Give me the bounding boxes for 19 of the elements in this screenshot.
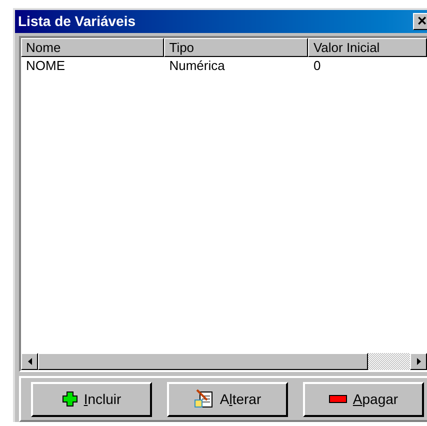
- table-cell: 0: [313, 58, 321, 73]
- right-arrow-icon: [416, 358, 420, 365]
- left-arrow-icon: [28, 358, 32, 365]
- column-header[interactable]: Nome: [21, 38, 164, 57]
- table-cell: NOME: [26, 58, 65, 73]
- close-button[interactable]: ×: [413, 13, 427, 30]
- action-button[interactable]: Apagar: [303, 382, 424, 416]
- scroll-right-button[interactable]: [410, 353, 427, 370]
- scrollbar-thumb[interactable]: [38, 353, 368, 370]
- minus-icon: [328, 395, 347, 403]
- table-cell: Numérica: [169, 58, 225, 73]
- scroll-left-button[interactable]: [21, 353, 38, 370]
- column-header[interactable]: Tipo: [164, 38, 308, 57]
- action-button[interactable]: Incluir: [31, 382, 152, 416]
- action-button[interactable]: Alterar: [167, 382, 288, 416]
- column-header[interactable]: Valor Inicial: [308, 38, 427, 57]
- window-title: Lista de Variáveis: [18, 12, 136, 31]
- plus-icon: [62, 391, 78, 407]
- document-pencil-icon: [194, 389, 214, 409]
